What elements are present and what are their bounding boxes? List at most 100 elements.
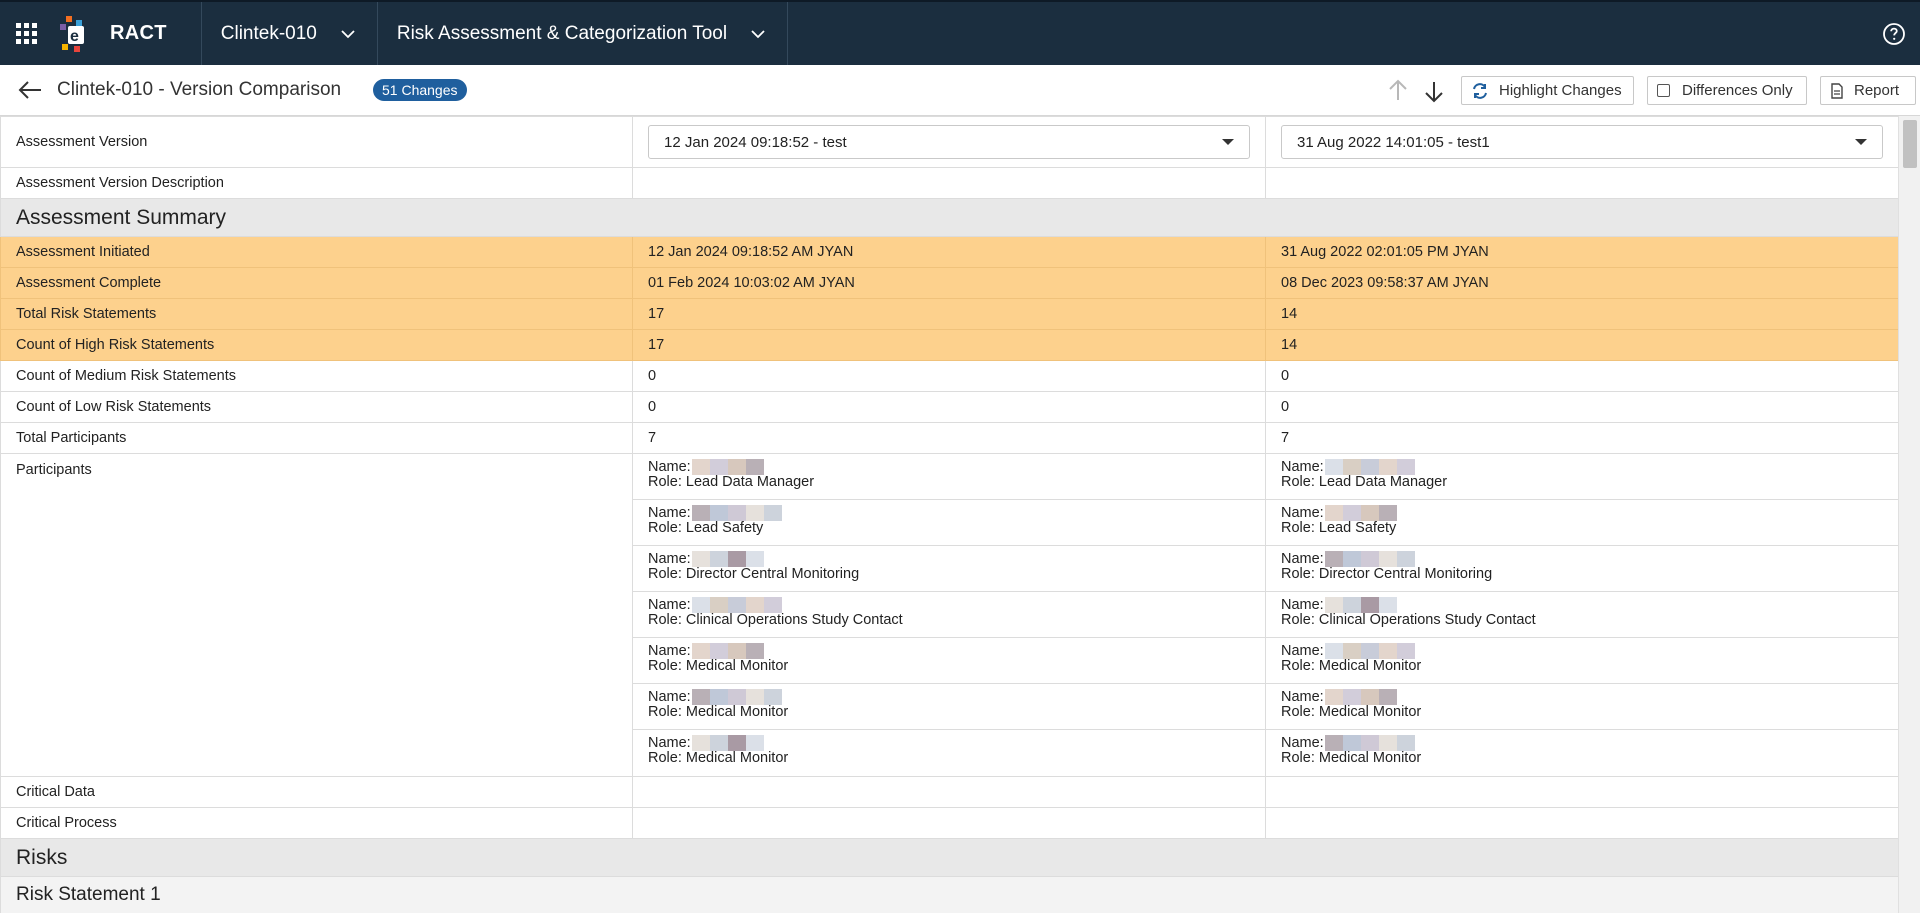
left-participants: Name: Role: Lead Data Manager Name: Role: L…: [632, 453, 1266, 777]
participant-role: Role: Lead Data Manager: [1281, 475, 1883, 490]
participant-role: Role: Lead Data Manager: [648, 475, 1250, 490]
row-label: Total Participants: [0, 422, 633, 454]
page-header: Clintek-010 - Version Comparison 51 Chan…: [0, 65, 1920, 116]
help-icon[interactable]: [1882, 22, 1906, 46]
participant-role: Role: Medical Monitor: [1281, 659, 1883, 674]
name-prefix: Name:: [648, 734, 691, 751]
app-name: RACT: [110, 22, 167, 44]
role-prefix: Role:: [1281, 474, 1315, 490]
page-title: Clintek-010 - Version Comparison: [57, 79, 342, 100]
role-prefix: Role:: [648, 612, 682, 628]
participant-role: Role: Medical Monitor: [648, 659, 1250, 674]
redacted-name: [691, 643, 764, 659]
row-label: Assessment Initiated: [0, 236, 633, 268]
participant-role: Role: Lead Safety: [648, 521, 1250, 536]
checkbox-icon[interactable]: [1657, 84, 1670, 97]
vertical-scrollbar[interactable]: [1898, 116, 1920, 913]
tool-selector[interactable]: Risk Assessment & Categorization Tool: [376, 2, 789, 65]
participant-role: Role: Medical Monitor: [648, 705, 1250, 720]
comparison-table: Assessment Version 12 Jan 2024 09:18:52 …: [0, 116, 1898, 913]
participant-role: Role: Director Central Monitoring: [648, 567, 1250, 582]
report-button[interactable]: Report: [1820, 76, 1916, 105]
participant-item: Name: Role: Clinical Operations Study Con…: [633, 592, 1265, 638]
study-selector[interactable]: Clintek-010: [200, 2, 377, 65]
role-value: Lead Safety: [1318, 520, 1397, 536]
right-version-dropdown[interactable]: 31 Aug 2022 14:01:05 - test1: [1281, 125, 1883, 159]
differences-only-toggle[interactable]: Differences Only: [1647, 76, 1807, 105]
critical-process-row: Critical Process: [0, 807, 1898, 839]
version-description-row: Assessment Version Description: [0, 167, 1898, 199]
assessment-version-row: Assessment Version 12 Jan 2024 09:18:52 …: [0, 116, 1898, 168]
app-logo[interactable]: e RACT: [52, 2, 201, 65]
row-label: Count of Medium Risk Statements: [0, 360, 633, 392]
participant-item: Name: Role: Lead Safety: [633, 500, 1265, 546]
changes-badge: 51 Changes: [373, 79, 467, 101]
participant-role: Role: Medical Monitor: [648, 751, 1250, 766]
participant-item: Name: Role: Medical Monitor: [633, 684, 1265, 730]
chevron-down-icon: [341, 29, 355, 38]
role-prefix: Role:: [648, 750, 682, 766]
participant-name: Name:: [648, 459, 1250, 475]
name-prefix: Name:: [648, 504, 691, 521]
right-value: 08 Dec 2023 09:58:37 AM JYAN: [1265, 267, 1898, 299]
role-value: Medical Monitor: [685, 750, 789, 766]
summary-row: Count of Low Risk Statements 0 0: [0, 391, 1898, 423]
left-value: 17: [632, 298, 1266, 330]
role-prefix: Role:: [1281, 520, 1315, 536]
name-prefix: Name:: [648, 550, 691, 567]
participant-item: Name: Role: Director Central Monitoring: [633, 546, 1265, 592]
role-prefix: Role:: [1281, 704, 1315, 720]
section-header-risks: Risks: [0, 838, 1898, 877]
row-label: Assessment Version: [0, 116, 633, 168]
report-label: Report: [1854, 82, 1900, 99]
role-prefix: Role:: [1281, 612, 1315, 628]
row-label: Assessment Version Description: [0, 167, 633, 199]
left-version-dropdown[interactable]: 12 Jan 2024 09:18:52 - test: [648, 125, 1250, 159]
summary-row: Count of High Risk Statements 17 14: [0, 329, 1898, 361]
participant-name: Name:: [1281, 459, 1883, 475]
svg-text:e: e: [70, 28, 79, 45]
role-prefix: Role:: [1281, 750, 1315, 766]
role-prefix: Role:: [648, 658, 682, 674]
next-change-arrow-icon[interactable]: [1421, 78, 1447, 104]
redacted-name: [691, 597, 782, 613]
row-label: Participants: [0, 453, 633, 777]
right-value: 0: [1265, 360, 1898, 392]
name-prefix: Name:: [1281, 504, 1324, 521]
role-value: Clinical Operations Study Contact: [1318, 612, 1536, 628]
left-value: 0: [632, 360, 1266, 392]
app-launcher-icon[interactable]: [0, 2, 52, 65]
participant-item: Name: Role: Medical Monitor: [633, 638, 1265, 684]
participant-item: Name: Role: Lead Safety: [1266, 500, 1898, 546]
left-value: 17: [632, 329, 1266, 361]
risk-statement-header: Risk Statement 1: [0, 876, 1898, 913]
participant-item: Name: Role: Medical Monitor: [633, 730, 1265, 776]
role-value: Lead Safety: [685, 520, 764, 536]
role-prefix: Role:: [648, 704, 682, 720]
participant-name: Name:: [648, 643, 1250, 659]
participants-row: Participants Name: Role: Lead Data Manage…: [0, 453, 1898, 777]
participant-name: Name:: [1281, 597, 1883, 613]
previous-change-arrow-icon[interactable]: [1385, 78, 1411, 104]
caret-down-icon: [1855, 139, 1867, 145]
right-version-value: 31 Aug 2022 14:01:05 - test1: [1297, 133, 1490, 151]
role-value: Lead Data Manager: [685, 474, 815, 490]
highlight-changes-button[interactable]: Highlight Changes: [1461, 76, 1634, 105]
participant-item: Name: Role: Clinical Operations Study Con…: [1266, 592, 1898, 638]
back-arrow-icon[interactable]: [17, 79, 43, 101]
role-value: Medical Monitor: [1318, 704, 1422, 720]
summary-row: Assessment Initiated 12 Jan 2024 09:18:52…: [0, 236, 1898, 268]
comparison-table-container[interactable]: Assessment Version 12 Jan 2024 09:18:52 …: [0, 116, 1898, 913]
row-label: Critical Data: [0, 776, 633, 808]
participant-name: Name:: [648, 689, 1250, 705]
row-label: Total Risk Statements: [0, 298, 633, 330]
scrollbar-thumb[interactable]: [1903, 120, 1917, 168]
participant-name: Name:: [1281, 735, 1883, 751]
name-prefix: Name:: [1281, 458, 1324, 475]
participant-item: Name: Role: Medical Monitor: [1266, 684, 1898, 730]
redacted-name: [1324, 505, 1397, 521]
role-prefix: Role:: [1281, 566, 1315, 582]
redacted-name: [691, 459, 764, 475]
participant-name: Name:: [1281, 505, 1883, 521]
role-value: Medical Monitor: [685, 658, 789, 674]
